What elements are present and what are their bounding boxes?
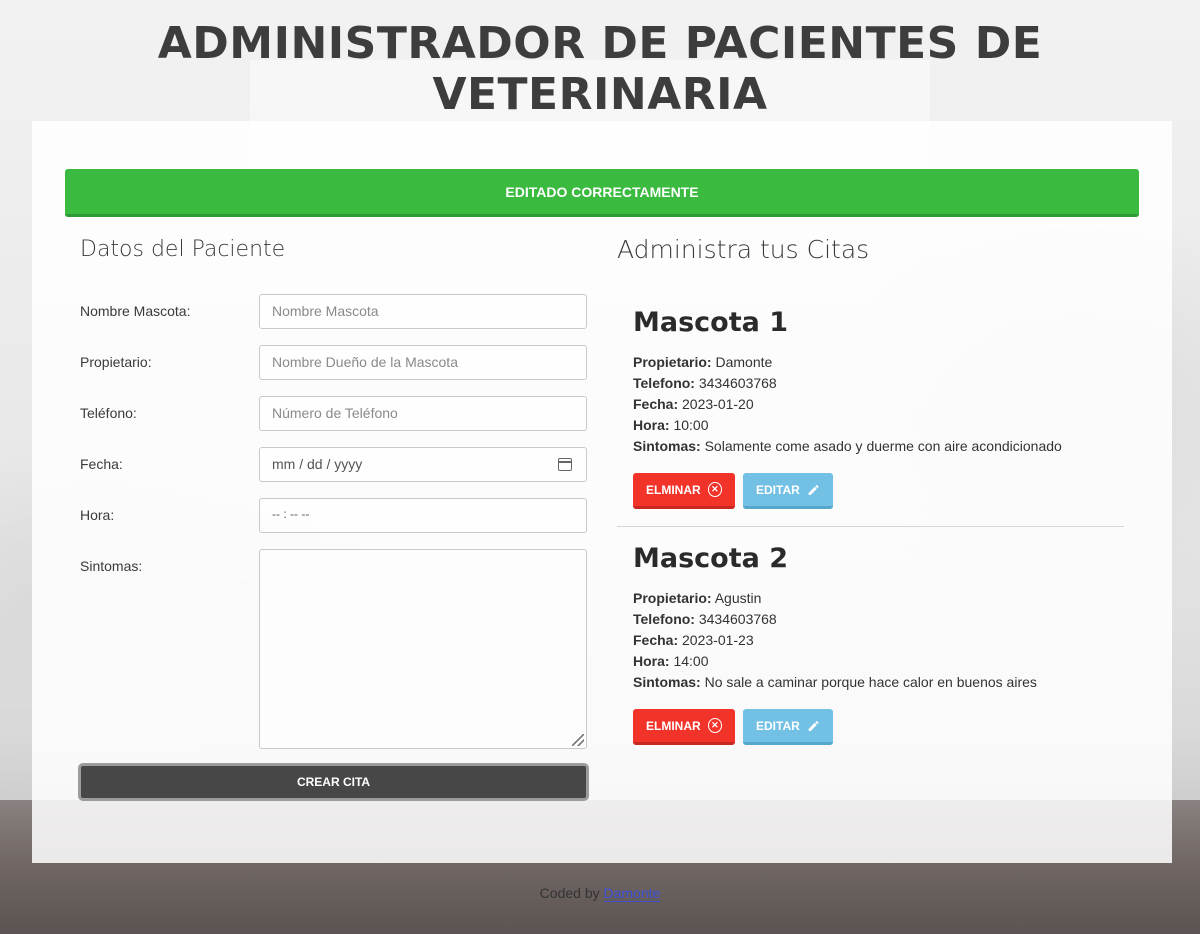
owner-input[interactable]: Nombre Dueño de la Mascota — [259, 345, 587, 380]
delete-button-label: ELMINAR — [646, 482, 701, 497]
edit-button[interactable]: EDITAR — [743, 709, 833, 745]
symptoms-label: Sintomas: — [80, 558, 143, 574]
pet-name-label: Nombre Mascota: — [80, 303, 191, 319]
page-title: ADMINISTRADOR DE PACIENTES DE VETERINARI… — [157, 18, 1043, 120]
appointment-actions: ELMINAR ✕ EDITAR — [633, 709, 1124, 745]
pet-name-input[interactable]: Nombre Mascota — [259, 294, 587, 329]
footer-prefix: Coded by — [539, 885, 604, 901]
appointment-card: Mascota 1 Propietario: Damonte Telefono:… — [617, 307, 1124, 509]
appointment-owner: Agustin — [714, 590, 762, 606]
resize-grip-icon[interactable] — [572, 734, 584, 746]
appointment-date-line: Fecha: 2023-01-20 — [633, 396, 754, 412]
create-appointment-button[interactable]: CREAR CITA — [78, 763, 589, 801]
pencil-icon — [808, 484, 819, 495]
time-label: Hora: — [80, 507, 115, 523]
appointment-pet-name: Mascota 2 — [633, 543, 789, 574]
appointment-owner-line: Propietario: Damonte — [633, 354, 773, 370]
citas-title: Administra tus Citas — [617, 235, 870, 264]
symptoms-textarea[interactable] — [259, 549, 587, 749]
appointment-phone: 3434603768 — [698, 611, 777, 627]
appointment-symptoms-line: Sintomas: No sale a caminar porque hace … — [633, 674, 1037, 690]
appointment-actions: ELMINAR ✕ EDITAR — [633, 473, 1124, 509]
delete-button[interactable]: ELMINAR ✕ — [633, 709, 735, 745]
date-label: Fecha: — [80, 456, 123, 472]
appointment-phone: 3434603768 — [698, 375, 777, 391]
appointment-symptoms-line: Sintomas: Solamente come asado y duerme … — [633, 438, 1062, 454]
appointment-info: Propietario: Damonte Telefono: 343460376… — [633, 352, 1124, 457]
appointment-divider — [617, 526, 1124, 527]
appointment-time: 10:00 — [673, 417, 709, 433]
pencil-icon — [808, 720, 819, 731]
calendar-icon[interactable] — [558, 458, 572, 471]
appointment-date: 2023-01-23 — [682, 632, 754, 648]
appointment-phone-line: Telefono: 3434603768 — [633, 611, 777, 627]
edit-button-label: EDITAR — [756, 482, 800, 497]
form-title: Datos del Paciente — [80, 237, 286, 262]
appointment-info: Propietario: Agustin Telefono: 343460376… — [633, 588, 1124, 693]
appointment-owner-line: Propietario: Agustin — [633, 590, 762, 606]
delete-button[interactable]: ELMINAR ✕ — [633, 473, 735, 509]
time-input[interactable]: -- : -- -- — [259, 498, 587, 533]
footer: Coded by Damonte — [0, 885, 1200, 902]
date-placeholder: mm / dd / yyyy — [272, 456, 363, 472]
appointment-date-line: Fecha: 2023-01-23 — [633, 632, 754, 648]
close-circle-icon: ✕ — [707, 718, 722, 733]
appointment-time-line: Hora: 10:00 — [633, 417, 709, 433]
date-input[interactable]: mm / dd / yyyy — [259, 447, 587, 482]
appointment-symptoms: Solamente come asado y duerme con aire a… — [704, 438, 1062, 454]
edit-button-label: EDITAR — [756, 718, 800, 733]
delete-button-label: ELMINAR — [646, 718, 701, 733]
appointment-pet-name: Mascota 1 — [633, 307, 789, 338]
close-circle-icon: ✕ — [707, 482, 722, 497]
edit-button[interactable]: EDITAR — [743, 473, 833, 509]
appointment-phone-line: Telefono: 3434603768 — [633, 375, 777, 391]
author-link[interactable]: Damonte — [603, 885, 661, 902]
appointment-time-line: Hora: 14:00 — [633, 653, 709, 669]
appointment-owner: Damonte — [715, 354, 773, 370]
appointment-time: 14:00 — [673, 653, 709, 669]
appointment-symptoms: No sale a caminar porque hace calor en b… — [704, 674, 1037, 690]
appointment-card: Mascota 2 Propietario: Agustin Telefono:… — [617, 543, 1124, 745]
appointment-date: 2023-01-20 — [682, 396, 754, 412]
phone-input[interactable]: Número de Teléfono — [259, 396, 587, 431]
main-panel: EDITADO CORRECTAMENTE Datos del Paciente… — [32, 121, 1172, 863]
phone-label: Teléfono: — [80, 405, 137, 421]
success-alert: EDITADO CORRECTAMENTE — [65, 169, 1139, 217]
owner-label: Propietario: — [80, 354, 152, 370]
